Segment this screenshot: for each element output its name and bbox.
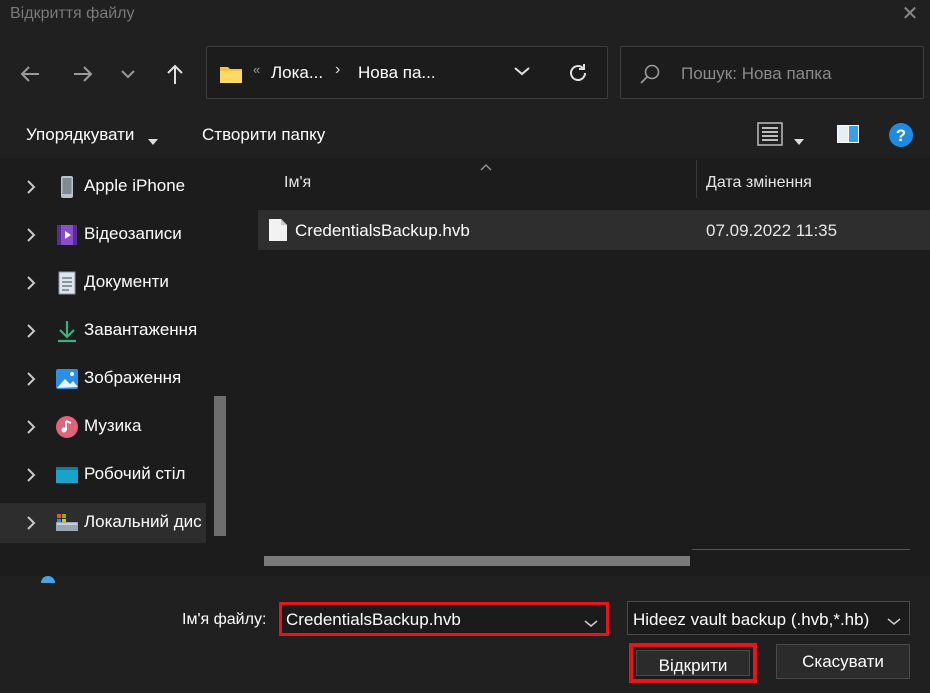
sidebar-item-label: Документи	[84, 272, 169, 291]
open-button-face: Відкрити	[636, 650, 750, 676]
sidebar-item-label: Зображення	[84, 368, 182, 387]
folder-icon	[219, 64, 243, 89]
file-row[interactable]: CredentialsBackup.hvb 07.09.2022 11:35	[258, 210, 930, 250]
organize-button[interactable]: Упорядкувати	[26, 125, 134, 145]
navigation-bar: « Лока... › Нова па... Пошук: Нова папка	[0, 32, 930, 112]
breadcrumb-overflow[interactable]: «	[253, 62, 260, 77]
up-button[interactable]	[159, 60, 191, 88]
network-icon	[38, 570, 58, 590]
music-icon	[55, 415, 79, 439]
window-title: Відкриття файлу	[10, 5, 135, 22]
sidebar-item-label: Локальний дис	[84, 512, 202, 531]
search-icon	[639, 63, 661, 90]
expand-chevron-icon[interactable]	[26, 419, 36, 440]
sidebar-item-label: Робочий стіл	[84, 464, 186, 483]
chevron-down-icon	[121, 70, 135, 79]
organize-caret-icon	[148, 132, 158, 150]
column-divider[interactable]	[696, 160, 697, 198]
address-dropdown-icon[interactable]	[513, 64, 531, 82]
file-type-select[interactable]: Hideez vault backup (.hvb,*.hb)	[627, 601, 910, 635]
help-icon[interactable]: ?	[888, 122, 914, 153]
sidebar-item-downloads[interactable]: Завантаження	[0, 311, 206, 351]
desktop-icon	[55, 463, 79, 487]
file-icon	[268, 218, 288, 247]
close-icon[interactable]: ✕	[898, 2, 922, 26]
expand-chevron-icon[interactable]	[26, 467, 36, 488]
sidebar-scrollbar[interactable]	[214, 396, 226, 536]
chevron-down-icon[interactable]	[584, 615, 598, 633]
horizontal-scrollbar[interactable]	[264, 556, 690, 566]
pictures-icon	[55, 367, 79, 391]
sidebar-item-music[interactable]: Музика	[0, 407, 206, 447]
expand-chevron-icon[interactable]	[26, 371, 36, 392]
sidebar-item-label: Завантаження	[84, 320, 198, 339]
column-header-date-modified[interactable]: Дата змінення	[706, 174, 812, 192]
arrow-left-icon	[20, 66, 39, 82]
file-date-modified: 07.09.2022 11:35	[706, 221, 838, 240]
open-button[interactable]: Відкрити	[629, 643, 757, 683]
command-bar: Упорядкувати Створити папку ?	[0, 112, 930, 158]
column-header-name[interactable]: Ім'я	[284, 174, 311, 192]
arrow-right-icon	[74, 66, 93, 82]
sidebar-item-label: Музика	[84, 416, 142, 435]
sidebar-item-label: Відеозаписи	[84, 224, 182, 243]
search-placeholder: Пошук: Нова папка	[681, 64, 832, 83]
title-bar: Відкриття файлу ✕	[0, 0, 930, 32]
new-folder-button[interactable]: Створити папку	[202, 125, 325, 145]
view-options-icon[interactable]	[757, 122, 783, 151]
sort-ascending-icon	[480, 158, 492, 176]
sidebar-item-pictures[interactable]: Зображення	[0, 359, 206, 399]
breadcrumb-item-folder[interactable]: Нова па...	[358, 63, 436, 83]
open-button-label: Відкрити	[658, 656, 728, 675]
file-type-value: Hideez vault backup (.hvb,*.hb)	[633, 610, 870, 629]
file-list: Ім'я Дата змінення CredentialsBackup.hvb…	[232, 158, 930, 576]
chevron-down-icon	[887, 613, 901, 631]
expand-chevron-icon[interactable]	[26, 515, 36, 536]
documents-icon	[55, 271, 79, 295]
address-bar[interactable]: « Лока... › Нова па...	[206, 46, 608, 99]
breadcrumb-separator-icon[interactable]: ›	[335, 61, 340, 79]
sidebar-item-documents[interactable]: Документи	[0, 263, 206, 303]
back-button[interactable]	[14, 60, 46, 88]
videos-icon	[55, 223, 79, 247]
search-box[interactable]: Пошук: Нова папка	[620, 46, 924, 99]
arrow-up-icon	[167, 64, 183, 84]
expand-chevron-icon[interactable]	[26, 323, 36, 344]
sidebar-item-desktop[interactable]: Робочий стіл	[0, 455, 206, 495]
filename-label: Ім'я файлу:	[182, 611, 267, 628]
downloads-icon	[55, 319, 79, 343]
recent-locations-button[interactable]	[112, 60, 144, 88]
scrollbar-track	[692, 549, 910, 550]
cancel-button-label: Скасувати	[802, 652, 884, 671]
refresh-icon[interactable]	[567, 62, 589, 89]
navigation-pane: Apple iPhone Відеозаписи Документи Заван…	[0, 158, 232, 576]
expand-chevron-icon[interactable]	[26, 227, 36, 248]
iphone-icon	[55, 175, 79, 199]
expand-chevron-icon[interactable]	[26, 275, 36, 296]
filename-input[interactable]: CredentialsBackup.hvb	[279, 602, 609, 636]
sidebar-item-apple-iphone[interactable]: Apple iPhone	[0, 167, 206, 207]
file-name: CredentialsBackup.hvb	[295, 221, 470, 240]
expand-chevron-icon[interactable]	[26, 179, 36, 200]
cancel-button[interactable]: Скасувати	[776, 644, 910, 679]
filename-value: CredentialsBackup.hvb	[286, 610, 461, 629]
sidebar-item-local-disk[interactable]: Локальний дис	[0, 503, 206, 543]
local-disk-icon	[55, 511, 79, 535]
breadcrumb-item-local[interactable]: Лока...	[271, 63, 323, 83]
svg-text:?: ?	[896, 126, 906, 145]
forward-button[interactable]	[67, 60, 99, 88]
view-caret-icon[interactable]	[794, 132, 804, 150]
sidebar-item-label: Apple iPhone	[84, 176, 186, 195]
dialog-footer: Ім'я файлу: CredentialsBackup.hvb Hideez…	[0, 576, 930, 693]
preview-pane-icon[interactable]	[836, 124, 860, 149]
sidebar-item-videos[interactable]: Відеозаписи	[0, 215, 206, 255]
